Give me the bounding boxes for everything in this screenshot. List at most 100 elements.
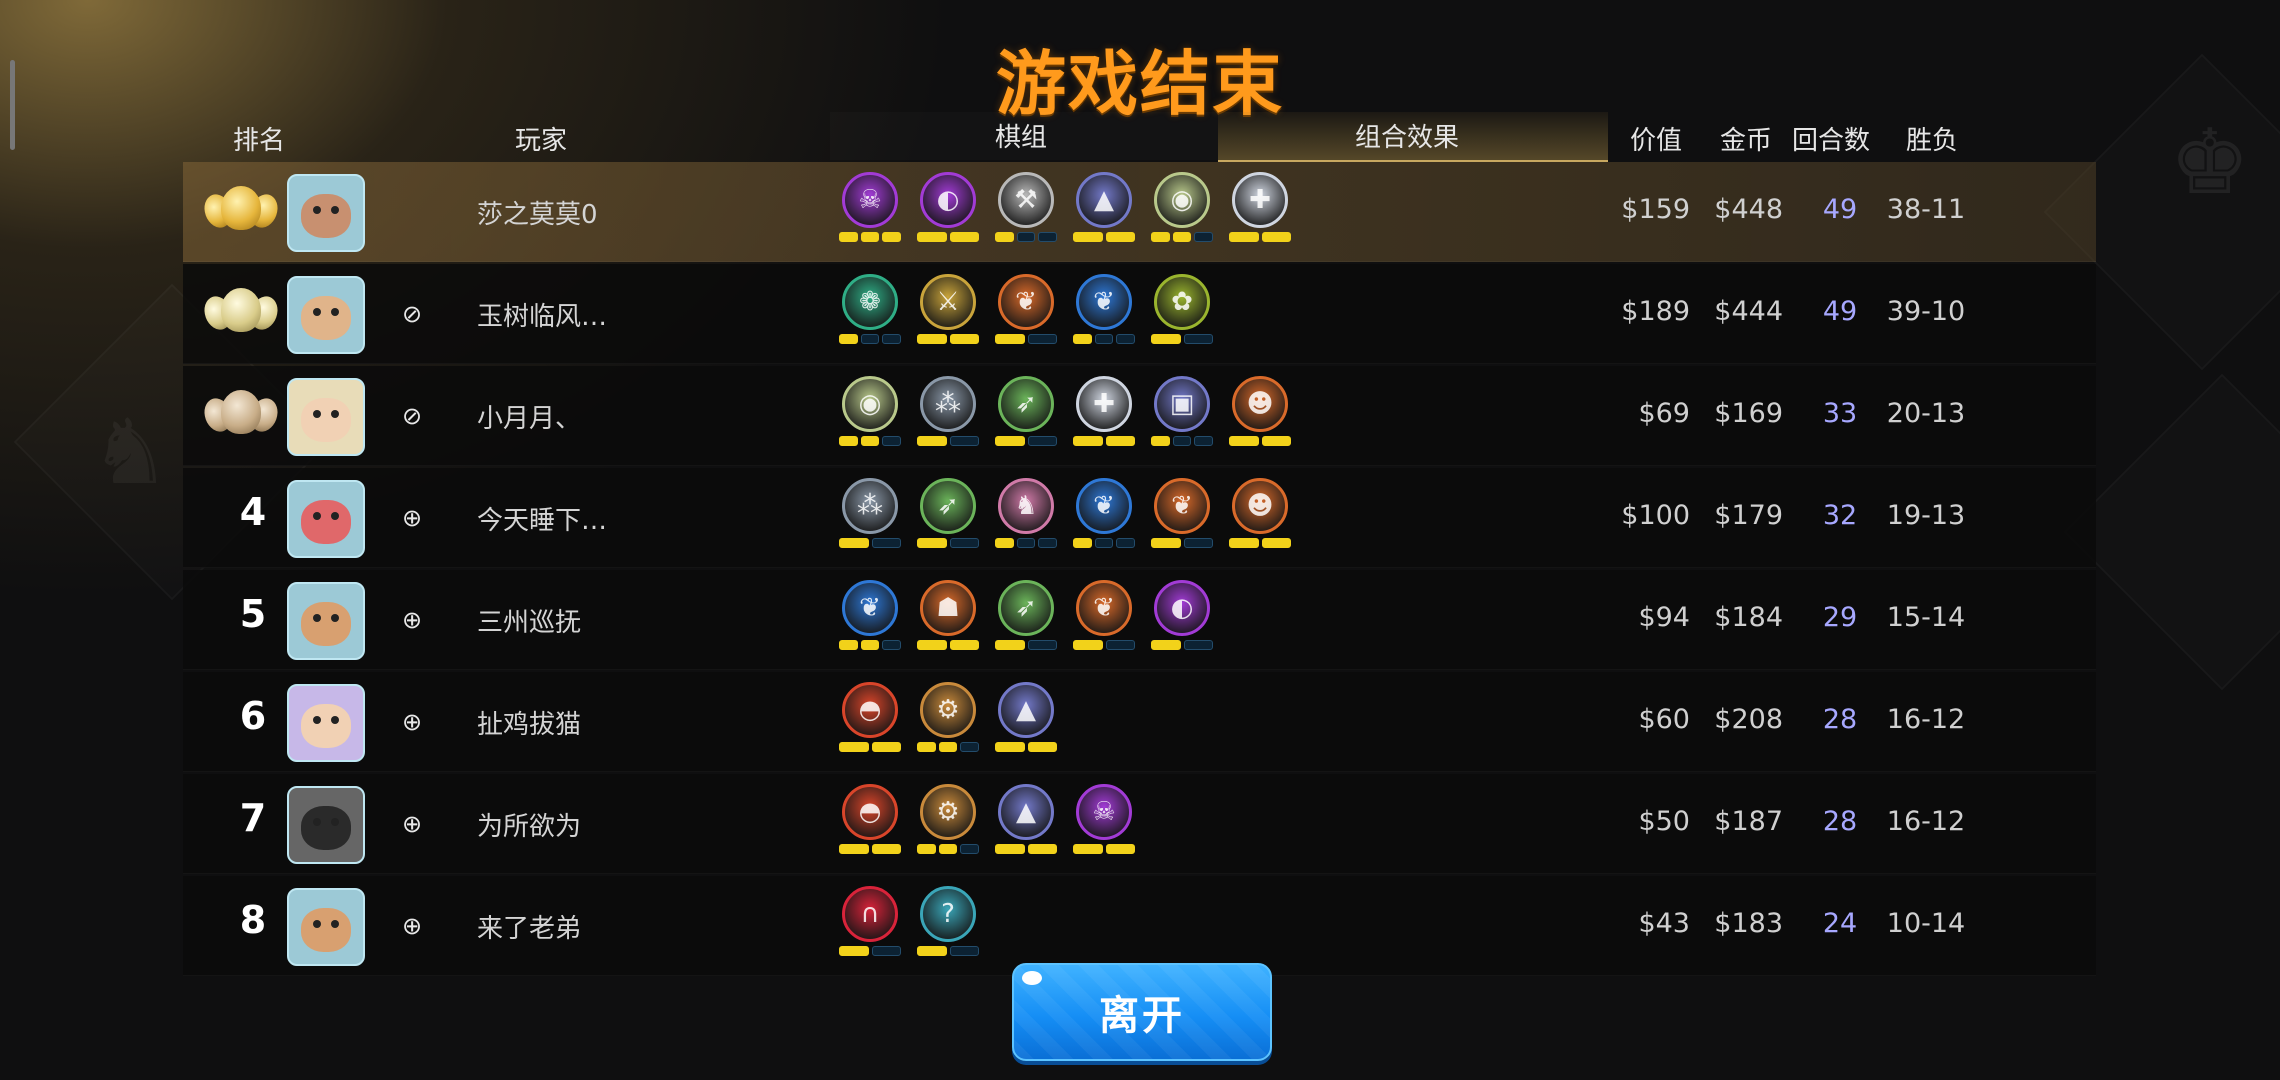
cluster-icon: ✿: [1154, 274, 1210, 330]
player-avatar[interactable]: [287, 174, 365, 252]
piece-synergy[interactable]: ❦: [1073, 578, 1135, 650]
rounds-cell: 29: [1822, 602, 1858, 633]
piece-synergy[interactable]: ✚: [1229, 170, 1291, 242]
add-friend-icon[interactable]: ⊕: [398, 810, 426, 838]
piece-synergy[interactable]: ◐: [917, 170, 979, 242]
piece-synergy[interactable]: ♞: [995, 476, 1058, 548]
synergy-pip: [1116, 334, 1136, 344]
rank-number: 4: [239, 490, 267, 534]
synergy-progress: [839, 844, 901, 854]
rounds-cell: 49: [1822, 296, 1858, 327]
piece-synergy[interactable]: ⁂: [839, 476, 901, 548]
synergy-pip: [949, 436, 979, 446]
piece-synergy[interactable]: ❦: [995, 272, 1057, 344]
button-gloss: [1022, 971, 1042, 985]
piece-synergy[interactable]: ◓: [839, 782, 901, 854]
piece-synergy[interactable]: ⁂: [917, 374, 979, 446]
player-avatar[interactable]: [287, 888, 365, 966]
piece-synergy[interactable]: ◐: [1151, 578, 1213, 650]
piece-synergy[interactable]: ☻: [1229, 476, 1291, 548]
player-row[interactable]: 6 ⊕ 扯鸡拔猫 ◓ ⚙ ▲ $60 $208 28 16-12: [183, 672, 2096, 772]
synergy-progress: [1151, 334, 1213, 344]
add-friend-icon[interactable]: ⊕: [398, 708, 426, 736]
piece-synergy[interactable]: ⚙: [917, 782, 980, 854]
piece-synergy[interactable]: ?: [917, 884, 979, 956]
add-friend-icon[interactable]: ⊕: [398, 606, 426, 634]
piece-synergy[interactable]: ➶: [995, 374, 1057, 446]
synergy-pip: [839, 640, 858, 650]
add-friend-icon[interactable]: ⊕: [398, 504, 426, 532]
player-avatar[interactable]: [287, 684, 365, 762]
piece-synergy[interactable]: ☠: [1073, 782, 1135, 854]
friend-added-icon[interactable]: ⊘: [398, 402, 426, 430]
piece-synergy[interactable]: ⚒: [995, 170, 1058, 242]
piece-synergy[interactable]: ❁: [839, 272, 902, 344]
piece-synergy[interactable]: ▲: [995, 680, 1057, 752]
player-row[interactable]: 5 ⊕ 三州巡抚 ❦ ☗ ➶ ❦ ◐ $94 $184 29 15-14: [183, 570, 2096, 670]
piece-synergy[interactable]: ➶: [995, 578, 1057, 650]
player-row[interactable]: 莎之莫莫0 ☠ ◐ ⚒ ▲ ◉ ✚ $159 $448 49 38-11: [183, 162, 2096, 262]
player-row[interactable]: 4 ⊕ 今天睡下… ⁂ ➶ ♞ ❦ ❦ ☻ $100 $179 32 19-13: [183, 468, 2096, 568]
value-cell: $94: [1638, 602, 1690, 633]
piece-synergy[interactable]: ❦: [1151, 476, 1213, 548]
piece-synergy[interactable]: ❦: [1073, 476, 1136, 548]
piece-synergy[interactable]: ◉: [839, 374, 902, 446]
synergy-pip: [1194, 436, 1214, 446]
synergy-pip: [1073, 232, 1103, 242]
piece-synergy[interactable]: ⚔: [917, 272, 979, 344]
friend-added-icon[interactable]: ⊘: [398, 300, 426, 328]
player-avatar[interactable]: [287, 480, 365, 558]
synergy-pip: [917, 436, 947, 446]
synergy-pip: [1183, 538, 1213, 548]
player-avatar[interactable]: [287, 276, 365, 354]
piece-synergy[interactable]: ☻: [1229, 374, 1291, 446]
knight-icon: ♞: [998, 478, 1054, 534]
synergy-progress: [1151, 640, 1213, 650]
synergy-progress: [1229, 538, 1291, 548]
synergy-pip: [1105, 436, 1135, 446]
skull-icon: ☠: [842, 172, 898, 228]
gold-medal-icon: [199, 180, 283, 242]
synergy-progress: [995, 232, 1058, 242]
player-row[interactable]: 7 ⊕ 为所欲为 ◓ ⚙ ▲ ☠ $50 $187 28 16-12: [183, 774, 2096, 874]
tab-combo[interactable]: 组合效果: [1355, 117, 1459, 154]
player-row[interactable]: 8 ⊕ 来了老弟 ∩? $43 $183 24 10-14: [183, 876, 2096, 976]
leave-button[interactable]: 离开: [1012, 963, 1272, 1061]
synergy-pip: [860, 436, 880, 446]
synergy-pip: [1116, 538, 1136, 548]
piece-synergy[interactable]: ☠: [839, 170, 902, 242]
tracks-icon: ⁂: [842, 478, 898, 534]
piece-synergy[interactable]: ◓: [839, 680, 901, 752]
piece-synergy[interactable]: ➶: [917, 476, 979, 548]
player-avatar[interactable]: [287, 786, 365, 864]
piece-synergy[interactable]: ☗: [917, 578, 979, 650]
piece-synergy[interactable]: ✚: [1073, 374, 1135, 446]
piece-synergy[interactable]: ∩: [839, 884, 901, 956]
synergy-pip: [1229, 436, 1259, 446]
add-friend-icon[interactable]: ⊕: [398, 912, 426, 940]
synergy-pip: [1261, 232, 1291, 242]
piece-synergy[interactable]: ◉: [1151, 170, 1214, 242]
synergy-pip: [1261, 538, 1291, 548]
value-cell: $189: [1621, 296, 1690, 327]
synergy-pip: [1229, 538, 1259, 548]
piece-synergy[interactable]: ✿: [1151, 272, 1213, 344]
synergy-pip: [949, 232, 979, 242]
piece-synergy[interactable]: ▲: [1073, 170, 1135, 242]
player-row[interactable]: ⊘ 玉树临风… ❁ ⚔ ❦ ❦ ✿ $189 $444 49 39-10: [183, 264, 2096, 364]
piece-synergy[interactable]: ❦: [839, 578, 902, 650]
piece-synergy[interactable]: ❦: [1073, 272, 1136, 344]
synergy-progress: [995, 742, 1057, 752]
player-row[interactable]: ⊘ 小月月、 ◉ ⁂ ➶ ✚ ▣ ☻ $69 $169 33 20-13: [183, 366, 2096, 466]
player-name: 小月月、: [477, 404, 582, 434]
synergy-pip: [995, 538, 1014, 548]
background-diamond: [2064, 374, 2280, 691]
piece-synergy[interactable]: ▣: [1151, 374, 1214, 446]
tab-pieces[interactable]: 棋组: [995, 117, 1047, 154]
synergy-pip: [917, 946, 947, 956]
header-rank: 排名: [233, 126, 286, 156]
player-avatar[interactable]: [287, 378, 365, 456]
piece-synergy[interactable]: ▲: [995, 782, 1057, 854]
piece-synergy[interactable]: ⚙: [917, 680, 980, 752]
player-avatar[interactable]: [287, 582, 365, 660]
